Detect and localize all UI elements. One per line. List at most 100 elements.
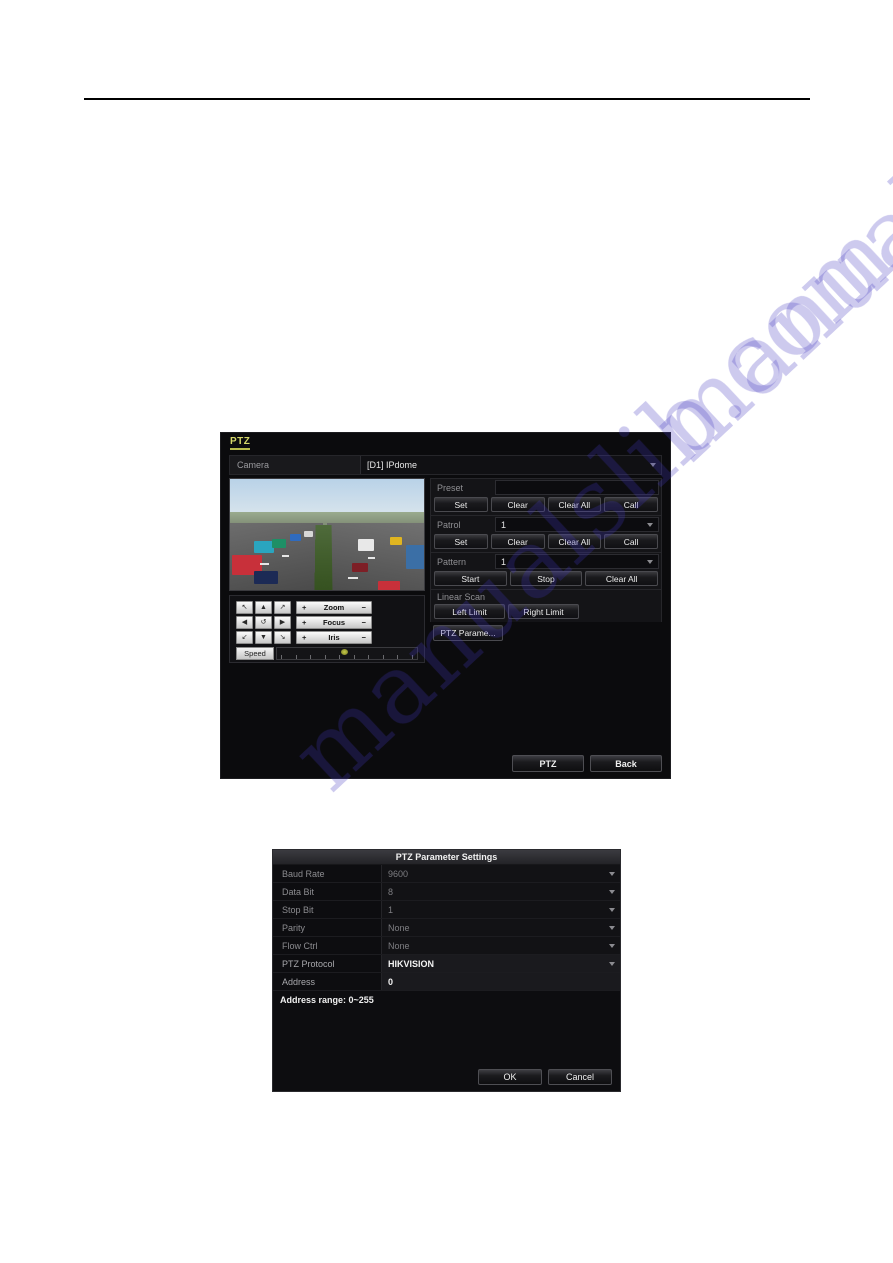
preview-median: [314, 525, 334, 590]
preview-vehicle: [304, 531, 313, 537]
parameter-select[interactable]: 8: [381, 883, 620, 900]
right-limit-button[interactable]: Right Limit: [508, 604, 579, 619]
pattern-start-button[interactable]: Start: [434, 571, 507, 586]
pan-down-left-button[interactable]: ↙: [236, 631, 253, 644]
pattern-label: Pattern: [437, 556, 467, 567]
parameter-value: 9600: [388, 868, 409, 879]
iris-minus-button[interactable]: −: [362, 633, 366, 642]
chevron-down-icon: [609, 907, 615, 912]
parameter-label: PTZ Protocol: [282, 958, 335, 969]
page-title: PTZ: [230, 436, 251, 450]
pattern-header: Pattern 1: [431, 553, 661, 570]
speed-slider[interactable]: [276, 647, 418, 660]
chevron-down-icon: [609, 925, 615, 930]
parameter-value: 8: [388, 886, 394, 897]
preset-clear-button[interactable]: Clear: [490, 497, 545, 512]
dialog-title: PTZ Parameter Settings: [273, 850, 620, 865]
preset-call-button[interactable]: Call: [604, 497, 658, 512]
chevron-down-icon: [650, 463, 656, 467]
pattern-select[interactable]: 1: [495, 554, 659, 569]
parameter-select[interactable]: None: [381, 937, 620, 954]
pad-row-bottom: ↙ ▼ ↘ + Iris −: [236, 631, 418, 644]
parameter-select[interactable]: None: [381, 919, 620, 936]
pan-left-button[interactable]: ◀: [236, 616, 253, 629]
patrol-call-button[interactable]: Call: [604, 534, 658, 549]
dialog-footer: OK Cancel: [478, 1069, 612, 1085]
preview-vehicle: [378, 581, 400, 590]
parameter-value: 0: [388, 976, 394, 987]
parameter-value: HIKVISION: [388, 958, 435, 969]
pan-up-left-button[interactable]: ↖: [236, 601, 253, 614]
parameter-row: Parity None: [273, 919, 620, 937]
linear-scan-group: Linear Scan Left Limit Right Limit: [430, 589, 662, 622]
parameter-value: None: [388, 940, 410, 951]
camera-row: Camera [D1] IPdome: [229, 455, 662, 475]
chevron-down-icon: [647, 522, 653, 527]
patrol-set-button[interactable]: Set: [434, 534, 488, 549]
pattern-group: Pattern 1 Start Stop Clear All: [430, 552, 662, 589]
preview-vehicle: [352, 563, 368, 572]
iris-control[interactable]: + Iris −: [296, 631, 372, 644]
parameter-label: Flow Ctrl: [282, 940, 318, 951]
ptz-parameter-button[interactable]: PTZ Parame...: [433, 625, 503, 641]
pan-down-button[interactable]: ▼: [255, 631, 272, 644]
zoom-control[interactable]: + Zoom −: [296, 601, 372, 614]
parameter-row: Stop Bit 1: [273, 901, 620, 919]
pattern-stop-button[interactable]: Stop: [509, 571, 583, 586]
chevron-down-icon: [609, 961, 615, 966]
pattern-clear-all-button[interactable]: Clear All: [585, 571, 659, 586]
header-rule: [84, 98, 810, 100]
parameter-value: None: [388, 922, 410, 933]
ptz-parameter-settings-dialog: PTZ Parameter Settings Baud Rate 9600 Data…: [272, 849, 621, 1092]
auto-scan-button[interactable]: ↺: [255, 616, 272, 629]
ptz-left-column: ↖ ▲ ↗ + Zoom − ◀ ↺ ▶ + Focus − ↙ ▼ ↘ + I…: [229, 478, 425, 663]
back-button[interactable]: Back: [590, 755, 662, 772]
pan-down-right-button[interactable]: ↘: [274, 631, 291, 644]
parameter-row: Address 0: [273, 973, 620, 991]
cancel-button[interactable]: Cancel: [548, 1069, 612, 1085]
zoom-label: Zoom: [323, 603, 345, 612]
patrol-clear-button[interactable]: Clear: [490, 534, 545, 549]
zoom-minus-button[interactable]: −: [362, 603, 366, 612]
chevron-down-icon: [609, 889, 615, 894]
parameter-row: PTZ Protocol HIKVISION: [273, 955, 620, 973]
pan-up-button[interactable]: ▲: [255, 601, 272, 614]
parameter-row: Data Bit 8: [273, 883, 620, 901]
preset-group: Preset Set Clear Clear All Call: [430, 478, 662, 515]
focus-label: Focus: [322, 618, 346, 627]
patrol-select[interactable]: 1: [495, 517, 659, 532]
camera-select[interactable]: [D1] IPdome: [360, 456, 661, 474]
pad-row-top: ↖ ▲ ↗ + Zoom −: [236, 601, 418, 614]
pan-up-right-button[interactable]: ↗: [274, 601, 291, 614]
parameter-label: Baud Rate: [282, 868, 325, 879]
linear-scan-buttons: Left Limit Right Limit: [431, 603, 661, 622]
chevron-down-icon: [609, 871, 615, 876]
camera-preview[interactable]: [229, 478, 425, 591]
left-limit-button[interactable]: Left Limit: [434, 604, 505, 619]
linear-scan-label: Linear Scan: [437, 592, 486, 602]
preset-input[interactable]: [495, 480, 659, 495]
parameter-select[interactable]: 9600: [381, 865, 620, 882]
preview-vehicle: [254, 541, 274, 553]
watermark-text: manualslib.com: [630, 0, 893, 482]
ptz-button[interactable]: PTZ: [512, 755, 584, 772]
preview-vehicle: [254, 571, 278, 584]
preview-sky: [230, 479, 424, 517]
parameter-select[interactable]: 1: [381, 901, 620, 918]
preview-lane-marking: [348, 577, 358, 579]
focus-minus-button[interactable]: −: [362, 618, 366, 627]
pan-right-button[interactable]: ▶: [274, 616, 291, 629]
focus-control[interactable]: + Focus −: [296, 616, 372, 629]
camera-label: Camera: [237, 460, 270, 470]
parameter-row: Flow Ctrl None: [273, 937, 620, 955]
parameter-input[interactable]: 0: [381, 973, 620, 990]
preset-label: Preset: [437, 482, 464, 493]
patrol-clear-all-button[interactable]: Clear All: [547, 534, 602, 549]
preset-set-button[interactable]: Set: [434, 497, 488, 512]
ok-button[interactable]: OK: [478, 1069, 542, 1085]
preset-clear-all-button[interactable]: Clear All: [547, 497, 602, 512]
ptz-titlebar: PTZ: [221, 433, 670, 454]
parameter-select[interactable]: HIKVISION: [381, 955, 620, 972]
preset-buttons: Set Clear Clear All Call: [431, 496, 661, 515]
ptz-body: ↖ ▲ ↗ + Zoom − ◀ ↺ ▶ + Focus − ↙ ▼ ↘ + I…: [221, 475, 670, 663]
